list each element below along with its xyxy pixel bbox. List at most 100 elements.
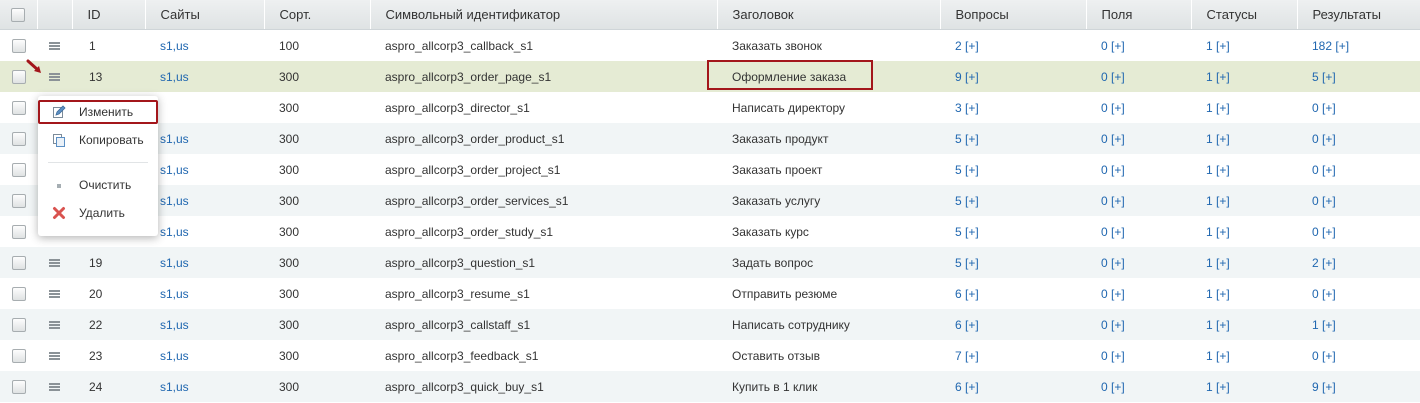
statuses-count-link[interactable]: 1 <box>1206 287 1213 301</box>
sites-link[interactable]: s1,us <box>160 163 189 177</box>
add-link[interactable]: [+] <box>1111 39 1125 53</box>
sites-link[interactable]: s1,us <box>160 287 189 301</box>
questions-count-link[interactable]: 6 <box>955 287 962 301</box>
statuses-count-link[interactable]: 1 <box>1206 163 1213 177</box>
questions-count-link[interactable]: 2 <box>955 39 962 53</box>
results-count-link[interactable]: 2 <box>1312 256 1319 270</box>
row-checkbox[interactable] <box>11 348 26 363</box>
statuses-count-link[interactable]: 1 <box>1206 101 1213 115</box>
add-link[interactable]: [+] <box>1322 256 1336 270</box>
add-link[interactable]: [+] <box>965 39 979 53</box>
statuses-count-link[interactable]: 1 <box>1206 380 1213 394</box>
results-count-link[interactable]: 5 <box>1312 70 1319 84</box>
sites-link[interactable]: s1,us <box>160 194 189 208</box>
add-link[interactable]: [+] <box>1216 101 1230 115</box>
table-row[interactable]: s1,us 300 aspro_allcorp3_order_services_s1… <box>0 185 1420 216</box>
sites-link[interactable]: s1,us <box>160 256 189 270</box>
row-menu-icon[interactable] <box>49 352 60 361</box>
results-count-link[interactable]: 0 <box>1312 225 1319 239</box>
add-link[interactable]: [+] <box>1322 380 1336 394</box>
questions-count-link[interactable]: 5 <box>955 256 962 270</box>
add-link[interactable]: [+] <box>1322 194 1336 208</box>
results-count-link[interactable]: 0 <box>1312 349 1319 363</box>
add-link[interactable]: [+] <box>965 163 979 177</box>
column-header-fields[interactable]: Поля <box>1086 0 1192 30</box>
fields-count-link[interactable]: 0 <box>1101 132 1108 146</box>
add-link[interactable]: [+] <box>965 380 979 394</box>
add-link[interactable]: [+] <box>965 318 979 332</box>
table-row[interactable]: 20 s1,us 300 aspro_allcorp3_resume_s1 Отправ… <box>0 278 1420 309</box>
table-row[interactable]: s1,us 300 aspro_allcorp3_order_project_s1 З… <box>0 154 1420 185</box>
row-checkbox[interactable] <box>11 317 26 332</box>
add-link[interactable]: [+] <box>1111 101 1125 115</box>
add-link[interactable]: [+] <box>1322 287 1336 301</box>
results-count-link[interactable]: 0 <box>1312 132 1319 146</box>
sites-link[interactable]: s1,us <box>160 39 189 53</box>
results-count-link[interactable]: 1 <box>1312 318 1319 332</box>
fields-count-link[interactable]: 0 <box>1101 349 1108 363</box>
statuses-count-link[interactable]: 1 <box>1206 132 1213 146</box>
questions-count-link[interactable]: 5 <box>955 194 962 208</box>
add-link[interactable]: [+] <box>965 349 979 363</box>
row-checkbox[interactable] <box>11 100 26 115</box>
fields-count-link[interactable]: 0 <box>1101 256 1108 270</box>
add-link[interactable]: [+] <box>965 225 979 239</box>
sites-link[interactable]: s1,us <box>160 70 189 84</box>
add-link[interactable]: [+] <box>1216 287 1230 301</box>
questions-count-link[interactable]: 9 <box>955 70 962 84</box>
column-header-results[interactable]: Результаты <box>1297 0 1420 30</box>
results-count-link[interactable]: 9 <box>1312 380 1319 394</box>
questions-count-link[interactable]: 7 <box>955 349 962 363</box>
row-menu-icon[interactable] <box>49 42 60 51</box>
add-link[interactable]: [+] <box>1111 163 1125 177</box>
questions-count-link[interactable]: 3 <box>955 101 962 115</box>
fields-count-link[interactable]: 0 <box>1101 380 1108 394</box>
statuses-count-link[interactable]: 1 <box>1206 39 1213 53</box>
menu-item-delete[interactable]: Удалить <box>38 201 158 225</box>
questions-count-link[interactable]: 5 <box>955 132 962 146</box>
table-row[interactable]: 22 s1,us 300 aspro_allcorp3_callstaff_s1 Нап… <box>0 309 1420 340</box>
fields-count-link[interactable]: 0 <box>1101 163 1108 177</box>
add-link[interactable]: [+] <box>1216 380 1230 394</box>
add-link[interactable]: [+] <box>965 287 979 301</box>
table-row[interactable]: 1 s1,us 100 aspro_allcorp3_callback_s1 Заказ… <box>0 29 1420 61</box>
add-link[interactable]: [+] <box>965 132 979 146</box>
results-count-link[interactable]: 0 <box>1312 194 1319 208</box>
row-checkbox[interactable] <box>11 379 26 394</box>
fields-count-link[interactable]: 0 <box>1101 225 1108 239</box>
add-link[interactable]: [+] <box>1216 256 1230 270</box>
table-row[interactable]: s1,us 300 aspro_allcorp3_order_study_s1 Зак… <box>0 216 1420 247</box>
add-link[interactable]: [+] <box>965 194 979 208</box>
table-row[interactable]: 13 s1,us 300 aspro_allcorp3_order_page_s1 Оф… <box>0 61 1420 92</box>
results-count-link[interactable]: 0 <box>1312 287 1319 301</box>
add-link[interactable]: [+] <box>965 70 979 84</box>
add-link[interactable]: [+] <box>1111 349 1125 363</box>
column-header-sites[interactable]: Сайты <box>145 0 265 30</box>
fields-count-link[interactable]: 0 <box>1101 70 1108 84</box>
add-link[interactable]: [+] <box>1216 39 1230 53</box>
add-link[interactable]: [+] <box>1322 349 1336 363</box>
statuses-count-link[interactable]: 1 <box>1206 194 1213 208</box>
row-menu-icon[interactable] <box>49 290 60 299</box>
add-link[interactable]: [+] <box>1335 39 1349 53</box>
row-menu-icon[interactable] <box>49 321 60 330</box>
table-row[interactable]: 300 aspro_allcorp3_director_s1 Написать ди… <box>0 92 1420 123</box>
results-count-link[interactable]: 0 <box>1312 101 1319 115</box>
menu-item-edit[interactable]: Изменить <box>38 100 158 124</box>
column-header-id[interactable]: ID <box>72 0 146 30</box>
fields-count-link[interactable]: 0 <box>1101 39 1108 53</box>
menu-item-copy[interactable]: Копировать <box>38 128 158 152</box>
add-link[interactable]: [+] <box>1216 349 1230 363</box>
fields-count-link[interactable]: 0 <box>1101 318 1108 332</box>
column-header-sort[interactable]: Сорт. <box>264 0 371 30</box>
statuses-count-link[interactable]: 1 <box>1206 318 1213 332</box>
fields-count-link[interactable]: 0 <box>1101 194 1108 208</box>
table-row[interactable]: 24 s1,us 300 aspro_allcorp3_quick_buy_s1 Куп… <box>0 371 1420 402</box>
results-count-link[interactable]: 182 <box>1312 39 1332 53</box>
add-link[interactable]: [+] <box>1322 225 1336 239</box>
add-link[interactable]: [+] <box>1111 225 1125 239</box>
row-checkbox[interactable] <box>11 193 26 208</box>
row-menu-icon[interactable] <box>49 383 60 392</box>
add-link[interactable]: [+] <box>1111 318 1125 332</box>
table-row[interactable]: s1,us 300 aspro_allcorp3_order_product_s1 З… <box>0 123 1420 154</box>
